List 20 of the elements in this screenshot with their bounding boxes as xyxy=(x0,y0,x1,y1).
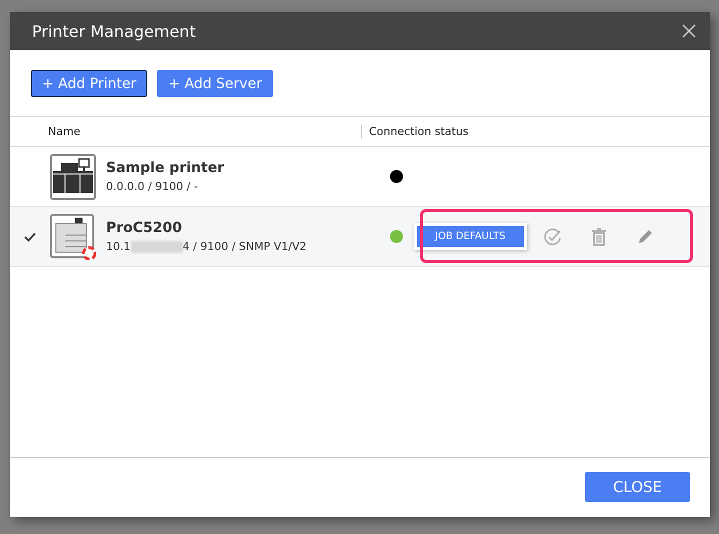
trash-icon[interactable] xyxy=(590,228,608,246)
printer-name: ProC5200 xyxy=(106,220,184,236)
check-circle-icon[interactable] xyxy=(544,228,562,246)
column-header: Connection status xyxy=(368,125,469,138)
printer-icon xyxy=(50,154,96,200)
printer-icon xyxy=(50,214,96,260)
printer-address: 10.1 xyxy=(106,240,130,253)
printer-address: 0.0.0.0 / 9100 / - xyxy=(106,180,198,193)
job-defaults-button[interactable]: JOB DEFAULTS xyxy=(417,226,524,247)
check-icon xyxy=(24,232,36,242)
redacted-block xyxy=(130,240,182,252)
column-header: Name xyxy=(10,125,362,138)
close-icon[interactable] xyxy=(682,24,696,38)
printer-address: 4 / 9100 / SNMP V1/V2 xyxy=(182,240,306,253)
add-button[interactable]: + Add Printer xyxy=(31,70,148,97)
printer-row[interactable]: ProC5200 10.1 4 / 9100 / SNMP V1/V2 JOB DEFAULTS xyxy=(10,207,710,267)
printer-name: Sample printer xyxy=(106,160,226,176)
window-title: Printer Management xyxy=(32,22,196,40)
add-button[interactable]: + Add Server xyxy=(157,70,273,97)
close-button[interactable]: CLOSE xyxy=(585,472,690,502)
